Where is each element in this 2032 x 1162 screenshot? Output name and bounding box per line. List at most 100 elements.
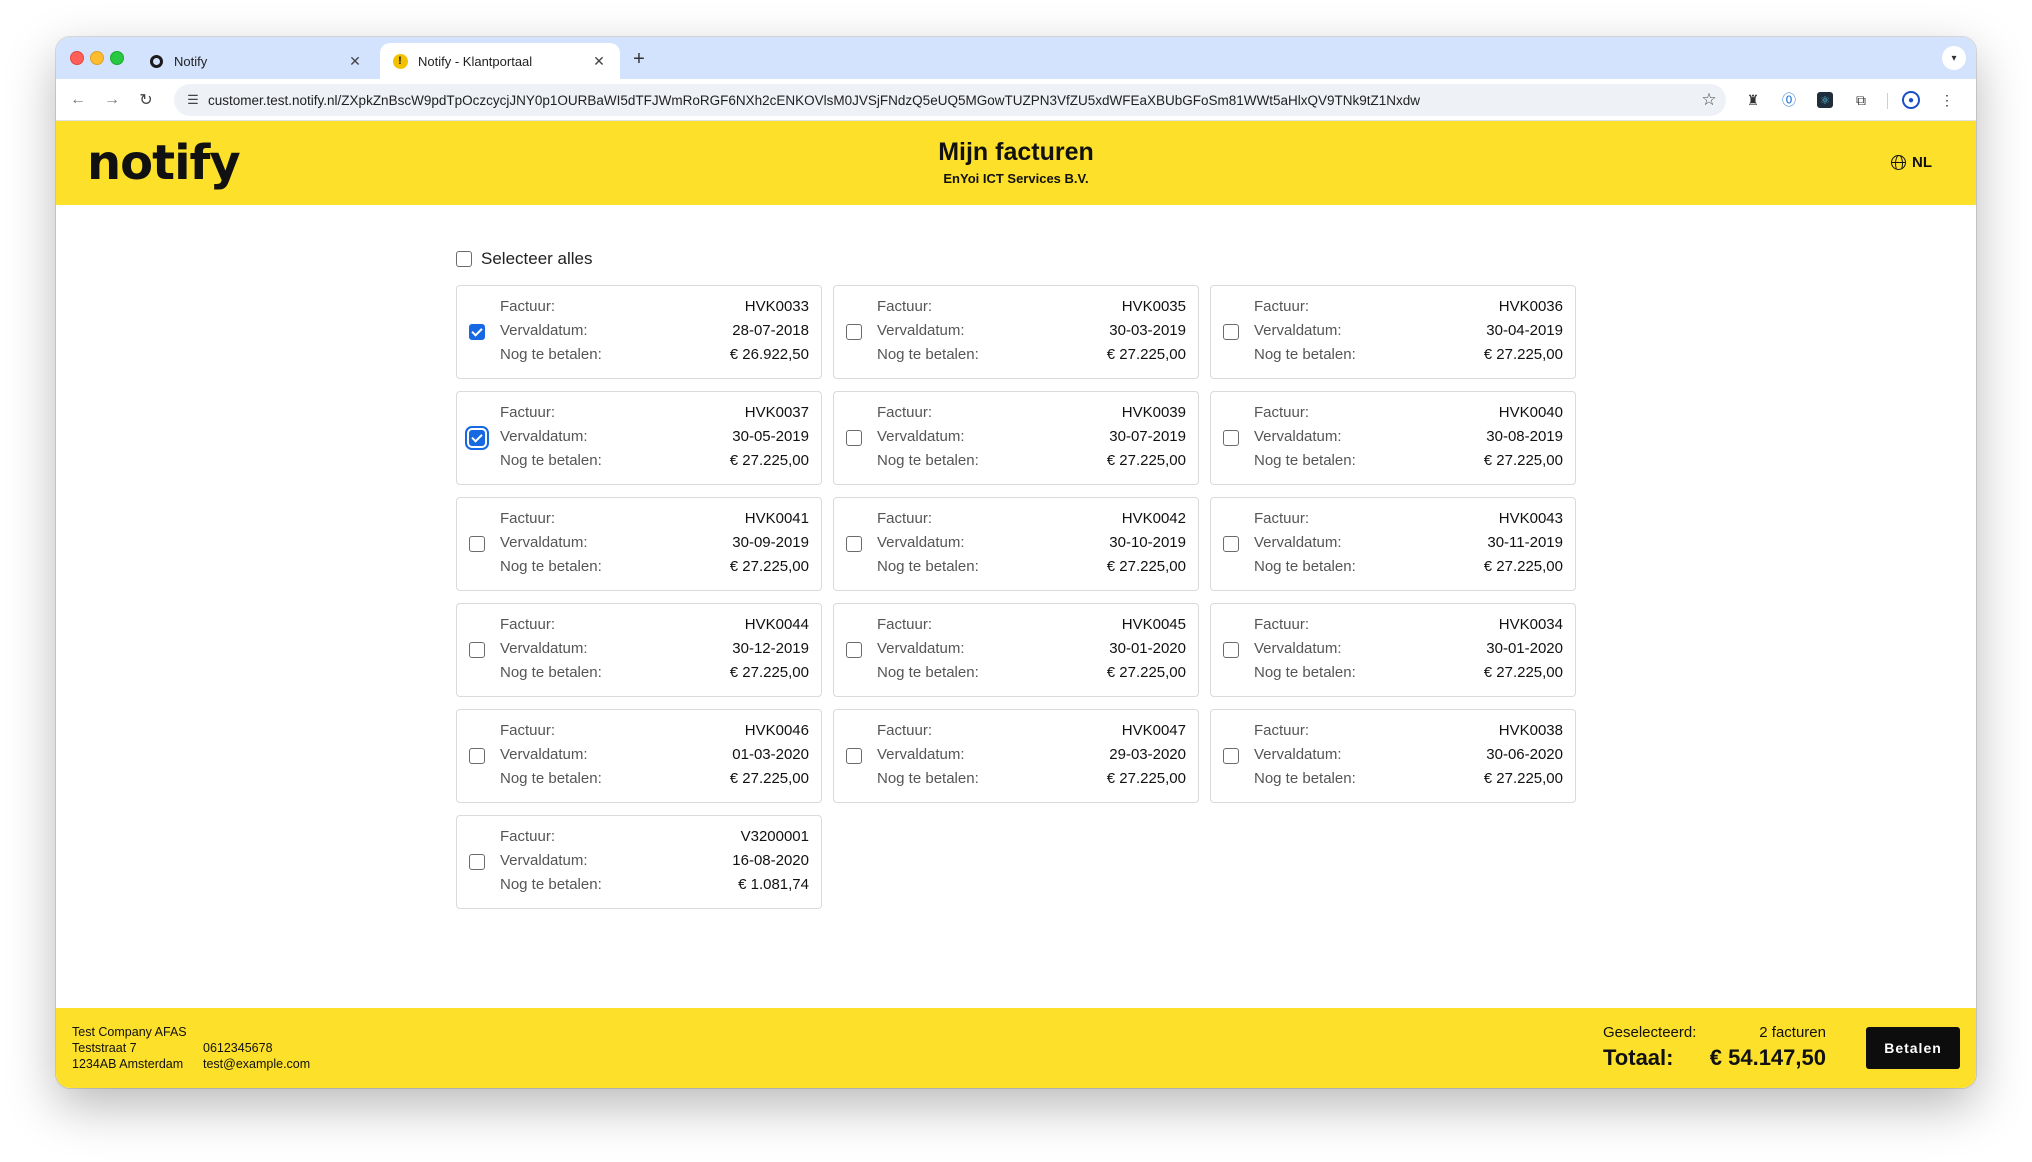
invoice-card[interactable]: Factuur: HVK0041 Vervaldatum: 30-09-2019 Nog… — [456, 497, 822, 591]
puzzle-extensions-icon[interactable]: ⧉ — [1850, 89, 1872, 111]
invoice-card[interactable]: Factuur: HVK0042 Vervaldatum: 30-10-2019 Nog… — [833, 497, 1199, 591]
invoice-checkbox[interactable] — [846, 642, 862, 658]
invoice-card[interactable]: Factuur: HVK0044 Vervaldatum: 30-12-2019 Nog… — [456, 603, 822, 697]
invoice-card[interactable]: Factuur: HVK0033 Vervaldatum: 28-07-2018 Nog… — [456, 285, 822, 379]
invoice-card[interactable]: Factuur: HVK0035 Vervaldatum: 30-03-2019 Nog… — [833, 285, 1199, 379]
invoice-card[interactable]: Factuur: HVK0034 Vervaldatum: 30-01-2020 Nog… — [1210, 603, 1576, 697]
invoice-row: Nog te betalen: € 27.225,00 — [1254, 346, 1563, 366]
company-email: test@example.com — [203, 1057, 311, 1071]
invoice-checkbox[interactable] — [469, 748, 485, 764]
pay-button[interactable]: Betalen — [1866, 1027, 1960, 1069]
select-all-checkbox[interactable] — [456, 251, 472, 267]
invoice-number: HVK0034 — [1498, 616, 1563, 633]
invoice-card[interactable]: Factuur: HVK0038 Vervaldatum: 30-06-2020 Nog… — [1210, 709, 1576, 803]
invoice-field-label: Nog te betalen: — [877, 558, 979, 575]
invoice-field-label: Nog te betalen: — [500, 770, 602, 787]
invoice-amount: € 27.225,00 — [729, 452, 809, 469]
tab-notify[interactable]: Notify ✕ — [136, 43, 376, 79]
tab-search-button[interactable]: ▾ — [1942, 46, 1966, 70]
invoice-row: Vervaldatum: 30-05-2019 — [500, 428, 809, 448]
reload-icon[interactable]: ↻ — [134, 88, 158, 112]
invoice-card[interactable]: Factuur: HVK0040 Vervaldatum: 30-08-2019 Nog… — [1210, 391, 1576, 485]
invoice-checkbox[interactable] — [1223, 642, 1239, 658]
invoice-checkbox[interactable] — [469, 536, 485, 552]
total-label: Totaal: — [1603, 1045, 1674, 1070]
close-window-button[interactable] — [70, 51, 84, 65]
invoice-row: Nog te betalen: € 26.922,50 — [500, 346, 809, 366]
bookmark-star-icon[interactable]: ☆ — [1692, 90, 1726, 110]
invoice-checkbox[interactable] — [469, 324, 485, 340]
invoice-field-label: Vervaldatum: — [500, 640, 588, 657]
invoice-checkbox[interactable] — [469, 642, 485, 658]
tab-bar: Notify ✕ ! Notify - Klantportaal ✕ + ▾ — [56, 37, 1976, 79]
invoice-amount: € 26.922,50 — [729, 346, 809, 363]
invoice-row: Vervaldatum: 30-01-2020 — [1254, 640, 1563, 660]
invoice-card[interactable]: Factuur: HVK0045 Vervaldatum: 30-01-2020 Nog… — [833, 603, 1199, 697]
invoice-checkbox[interactable] — [1223, 748, 1239, 764]
invoice-checkbox[interactable] — [1223, 430, 1239, 446]
forward-arrow-icon[interactable]: → — [100, 88, 124, 112]
invoice-row: Nog te betalen: € 27.225,00 — [500, 558, 809, 578]
invoice-card[interactable]: Factuur: HVK0037 Vervaldatum: 30-05-2019 Nog… — [456, 391, 822, 485]
invoice-number: HVK0047 — [1121, 722, 1186, 739]
invoice-row: Factuur: V3200001 — [500, 828, 809, 848]
invoice-row: Nog te betalen: € 1.081,74 — [500, 876, 809, 896]
invoice-amount: € 27.225,00 — [1106, 770, 1186, 787]
invoice-row: Nog te betalen: € 27.225,00 — [1254, 664, 1563, 684]
invoice-field-label: Vervaldatum: — [877, 322, 965, 339]
invoice-card[interactable]: Factuur: HVK0043 Vervaldatum: 30-11-2019 Nog… — [1210, 497, 1576, 591]
invoice-due-date: 30-04-2019 — [1486, 322, 1563, 339]
invoice-field-label: Factuur: — [1254, 510, 1310, 527]
invoice-checkbox[interactable] — [846, 536, 862, 552]
back-arrow-icon[interactable]: ← — [66, 88, 90, 112]
invoice-due-date: 29-03-2020 — [1109, 746, 1186, 763]
invoice-field-label: Nog te betalen: — [877, 346, 979, 363]
more-menu-icon[interactable]: ⋮ — [1936, 89, 1958, 111]
invoice-card[interactable]: Factuur: HVK0047 Vervaldatum: 29-03-2020 Nog… — [833, 709, 1199, 803]
invoice-card[interactable]: Factuur: V3200001 Vervaldatum: 16-08-2020 No… — [456, 815, 822, 909]
invoice-checkbox[interactable] — [846, 748, 862, 764]
invoice-checkbox[interactable] — [846, 430, 862, 446]
password-manager-icon[interactable]: ⓪ — [1778, 89, 1800, 111]
invoice-card[interactable]: Factuur: HVK0039 Vervaldatum: 30-07-2019 Nog… — [833, 391, 1199, 485]
invoice-checkbox[interactable] — [469, 854, 485, 870]
invoice-checkbox[interactable] — [1223, 536, 1239, 552]
invoice-due-date: 30-10-2019 — [1109, 534, 1186, 551]
invoice-row: Factuur: HVK0036 — [1254, 298, 1563, 318]
invoice-field-label: Vervaldatum: — [500, 534, 588, 551]
toolbar-divider — [1887, 93, 1888, 109]
react-devtools-icon[interactable]: ⚛ — [1817, 92, 1833, 108]
invoice-row: Vervaldatum: 28-07-2018 — [500, 322, 809, 342]
profile-avatar-icon[interactable]: ● — [1902, 91, 1920, 109]
invoice-row: Nog te betalen: € 27.225,00 — [1254, 452, 1563, 472]
close-icon[interactable]: ✕ — [346, 53, 364, 70]
maximize-window-button[interactable] — [110, 51, 124, 65]
invoice-checkbox[interactable] — [846, 324, 862, 340]
invoice-field-label: Factuur: — [1254, 404, 1310, 421]
invoice-number: HVK0039 — [1121, 404, 1186, 421]
tab-title: Notify — [174, 53, 208, 69]
invoice-field-label: Factuur: — [500, 510, 556, 527]
minimize-window-button[interactable] — [90, 51, 104, 65]
url-text[interactable]: customer.test.notify.nl/ZXpkZnBscW9pdTpO… — [208, 93, 1692, 108]
address-bar[interactable]: ☰ customer.test.notify.nl/ZXpkZnBscW9pdT… — [174, 84, 1726, 116]
new-tab-button[interactable]: + — [626, 46, 652, 72]
invoice-field-label: Vervaldatum: — [1254, 534, 1342, 551]
tab-klantportaal[interactable]: ! Notify - Klantportaal ✕ — [380, 43, 620, 79]
company-phone: 0612345678 — [203, 1041, 273, 1055]
site-settings-icon[interactable]: ☰ — [178, 92, 208, 108]
close-icon[interactable]: ✕ — [590, 53, 608, 70]
invoice-field-label: Factuur: — [1254, 298, 1310, 315]
invoice-field-label: Nog te betalen: — [500, 876, 602, 893]
invoice-due-date: 30-11-2019 — [1487, 534, 1563, 551]
select-all[interactable]: Selecteer alles — [456, 249, 593, 269]
invoice-card[interactable]: Factuur: HVK0046 Vervaldatum: 01-03-2020 Nog… — [456, 709, 822, 803]
invoice-number: HVK0046 — [744, 722, 809, 739]
invoice-checkbox[interactable] — [469, 430, 485, 446]
language-selector[interactable]: NL — [1891, 154, 1932, 171]
invoice-row: Nog te betalen: € 27.225,00 — [877, 452, 1186, 472]
extension-icon[interactable]: ♜ — [1742, 89, 1764, 111]
invoice-checkbox[interactable] — [1223, 324, 1239, 340]
invoice-card[interactable]: Factuur: HVK0036 Vervaldatum: 30-04-2019 Nog… — [1210, 285, 1576, 379]
invoice-row: Factuur: HVK0041 — [500, 510, 809, 530]
